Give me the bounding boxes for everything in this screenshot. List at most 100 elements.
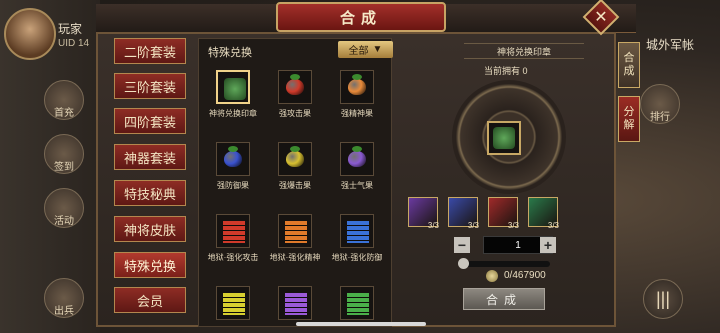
leaf-icon [290, 74, 300, 80]
item-icon-box [278, 214, 312, 248]
increase-button[interactable]: + [540, 237, 556, 253]
fruit-icon [348, 79, 366, 95]
filter-label: 全部 [348, 46, 369, 57]
material-count: 3/3 [467, 221, 479, 230]
leaf-icon [352, 74, 362, 80]
item-slot[interactable] [204, 286, 262, 320]
item-icon-box [340, 142, 374, 176]
selected-item-name: 神将兑换印章 [464, 43, 584, 59]
sign-in-label: 签到 [54, 162, 74, 173]
item-label: 强精神果 [341, 109, 373, 118]
item-icon-box [216, 142, 250, 176]
leaf-icon [352, 146, 362, 152]
fruit-icon [286, 79, 304, 95]
leaf-icon [228, 146, 238, 152]
category-skill-book[interactable]: 特技秘典 [114, 180, 186, 206]
home-indicator [296, 322, 426, 326]
item-slot[interactable]: 神将兑换印章 [204, 70, 262, 119]
category-tier4-set[interactable]: 四阶套装 [114, 108, 186, 134]
item-icon-box [216, 286, 250, 320]
leaf-icon [290, 146, 300, 152]
item-icon-box [278, 286, 312, 320]
item-slot[interactable]: 地狱·强化防御 [328, 214, 386, 263]
item-label: 地狱·强化精神 [269, 253, 321, 262]
item-slot[interactable]: 强攻击果 [266, 70, 324, 119]
item-icon-box [216, 214, 250, 248]
tab-decompose[interactable]: 分解 [618, 96, 640, 142]
coin-icon [486, 270, 498, 282]
events-label: 活动 [54, 216, 74, 227]
category-vip[interactable]: 会员 [114, 287, 186, 313]
material-slot[interactable]: 3/3 [528, 197, 559, 230]
item-slot[interactable]: 强精神果 [328, 70, 386, 119]
menu-button[interactable]: ||| [643, 279, 683, 319]
seal-icon [224, 78, 246, 100]
dispatch-button[interactable]: 出兵 [44, 278, 84, 318]
events-button[interactable]: 活动 [44, 188, 84, 228]
player-uid: UID 14 [58, 38, 90, 49]
book-icon [223, 221, 245, 243]
material-count: 3/3 [427, 221, 439, 230]
player-avatar[interactable] [4, 8, 56, 60]
category-artifact-set[interactable]: 神器套装 [114, 144, 186, 170]
slider-handle[interactable] [458, 258, 469, 269]
item-icon-box [340, 214, 374, 248]
book-icon [285, 221, 307, 243]
item-icon-box [340, 286, 374, 320]
fruit-icon [286, 151, 304, 167]
craft-cost: 0/467900 [504, 270, 546, 281]
chevron-down-icon: ▼ [372, 44, 383, 55]
sign-in-button[interactable]: 签到 [44, 134, 84, 174]
decrease-button[interactable]: − [454, 237, 470, 253]
book-icon [285, 293, 307, 315]
material-count: 3/3 [547, 221, 559, 230]
material-slot[interactable]: 3/3 [448, 197, 479, 230]
item-label: 强士气果 [341, 181, 373, 190]
seal-icon [493, 127, 515, 149]
book-icon [347, 221, 369, 243]
item-slot[interactable] [266, 286, 324, 320]
category-tier2-set[interactable]: 二阶套装 [114, 38, 186, 64]
item-slot[interactable]: 地狱·强化攻击 [204, 214, 262, 263]
book-icon [347, 293, 369, 315]
item-slot[interactable]: 强士气果 [328, 142, 386, 191]
item-slot[interactable]: 地狱·强化精神 [266, 214, 324, 263]
tab-synthesize[interactable]: 合成 [618, 42, 640, 88]
ranking-label: 排行 [650, 112, 670, 123]
item-label: 强爆击果 [279, 181, 311, 190]
first-recharge-button[interactable]: 首充 [44, 80, 84, 120]
fruit-icon [224, 151, 242, 167]
item-slot[interactable] [328, 286, 386, 320]
list-title: 特殊兑换 [208, 47, 252, 59]
item-slot[interactable]: 强防御果 [204, 142, 262, 191]
item-slot[interactable]: 强爆击果 [266, 142, 324, 191]
category-special-exchange[interactable]: 特殊兑换 [114, 252, 186, 278]
selected-item-icon [487, 121, 521, 155]
item-icon-box [278, 142, 312, 176]
player-name: 玩家 [58, 22, 83, 36]
material-count: 3/3 [507, 221, 519, 230]
item-label: 地狱·强化攻击 [207, 253, 259, 262]
ranking-button[interactable]: 排行 [640, 84, 680, 124]
category-general-skin[interactable]: 神将皮肤 [114, 216, 186, 242]
item-icon-box [278, 70, 312, 104]
owned-count: 当前拥有 0 [484, 66, 528, 76]
menu-icon: ||| [655, 288, 671, 309]
filter-dropdown[interactable]: 全部 ▼ [338, 41, 393, 58]
first-recharge-label: 首充 [54, 108, 74, 119]
craft-button[interactable]: 合成 [463, 288, 545, 310]
city-label: 城外军帐 [646, 38, 695, 52]
item-label: 强防御果 [217, 181, 249, 190]
item-label: 强攻击果 [279, 109, 311, 118]
quantity-slider[interactable] [460, 261, 550, 267]
material-slot[interactable]: 3/3 [408, 197, 439, 230]
item-label: 神将兑换印章 [209, 109, 257, 118]
dispatch-label: 出兵 [54, 306, 74, 317]
material-slot[interactable]: 3/3 [488, 197, 519, 230]
category-tier3-set[interactable]: 三阶套装 [114, 73, 186, 99]
item-label: 地狱·强化防御 [331, 253, 383, 262]
close-icon[interactable]: ✕ [588, 4, 614, 30]
window-title: 合成 [276, 2, 446, 32]
book-icon [223, 293, 245, 315]
item-icon-box [216, 70, 250, 104]
